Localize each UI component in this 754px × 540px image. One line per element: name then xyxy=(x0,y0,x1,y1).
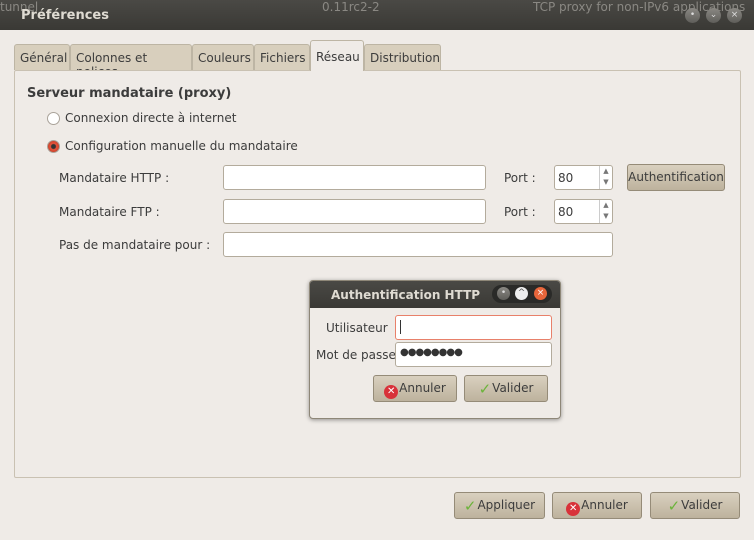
check-icon: ✓ xyxy=(667,497,681,515)
tab-colors[interactable]: Couleurs xyxy=(192,44,254,70)
dialog-title: Authentification HTTP xyxy=(331,288,481,302)
ftp-port-value: 80 xyxy=(558,205,574,219)
maximize-icon[interactable]: ⌄ xyxy=(706,8,721,23)
http-proxy-label: Mandataire HTTP : xyxy=(59,171,170,185)
user-input[interactable] xyxy=(395,315,552,340)
no-proxy-label: Pas de mandataire pour : xyxy=(59,238,211,252)
auth-dialog: Authentification HTTP • ^ × Utilisateur … xyxy=(309,280,561,419)
cancel-icon: ✕ xyxy=(566,502,581,516)
http-port-label: Port : xyxy=(504,171,536,185)
close-icon[interactable]: × xyxy=(534,287,547,300)
maximize-icon[interactable]: ^ xyxy=(515,287,528,300)
spin-arrows-icon[interactable]: ▲ ▼ xyxy=(599,200,612,223)
password-input[interactable]: ●●●●●●●● xyxy=(395,342,552,367)
radio-direct[interactable] xyxy=(47,112,60,125)
dialog-ok-button[interactable]: ✓Valider xyxy=(464,375,548,402)
title-bar: tunnel 0.11rc2-2 TCP proxy for non-IPv6 … xyxy=(0,0,754,30)
tab-distribution[interactable]: Distribution xyxy=(364,44,441,70)
dialog-title-bar: Authentification HTTP • ^ × xyxy=(310,281,560,308)
ftp-port-label: Port : xyxy=(504,205,536,219)
http-port-value: 80 xyxy=(558,171,574,185)
radio-manual-label[interactable]: Configuration manuelle du mandataire xyxy=(65,139,298,153)
window-title: Préférences xyxy=(21,8,109,23)
radio-manual[interactable] xyxy=(47,140,60,153)
tab-columns-fonts[interactable]: Colonnes et polices xyxy=(70,44,192,79)
radio-direct-label[interactable]: Connexion directe à internet xyxy=(65,111,236,125)
ok-button[interactable]: ✓Valider xyxy=(650,492,740,519)
cancel-button[interactable]: ✕ Annuler xyxy=(552,492,642,519)
password-label: Mot de passe xyxy=(316,348,396,362)
tab-files[interactable]: Fichiers xyxy=(254,44,310,70)
minimize-icon[interactable]: • xyxy=(497,287,510,300)
no-proxy-input[interactable] xyxy=(223,232,613,257)
ftp-proxy-input[interactable] xyxy=(223,199,486,224)
section-title: Serveur mandataire (proxy) xyxy=(27,86,232,101)
ftp-port-spinner[interactable]: 80 ▲ ▼ xyxy=(554,199,613,224)
check-icon: ✓ xyxy=(478,380,492,398)
ftp-proxy-label: Mandataire FTP : xyxy=(59,205,160,219)
minimize-icon[interactable]: • xyxy=(685,8,700,23)
authentication-button[interactable]: Authentification xyxy=(627,164,725,191)
close-icon[interactable]: × xyxy=(727,8,742,23)
background-cell: 0.11rc2-2 xyxy=(322,0,380,14)
tab-network[interactable]: Réseau xyxy=(310,40,364,71)
spin-arrows-icon[interactable]: ▲ ▼ xyxy=(599,166,612,189)
http-proxy-input[interactable] xyxy=(223,165,486,190)
apply-button[interactable]: ✓Appliquer xyxy=(454,492,545,519)
cancel-icon: ✕ xyxy=(384,385,399,399)
user-label: Utilisateur xyxy=(326,321,388,335)
dialog-cancel-button[interactable]: ✕ Annuler xyxy=(373,375,457,402)
check-icon: ✓ xyxy=(463,497,477,515)
tab-general[interactable]: Général xyxy=(14,44,70,70)
http-port-spinner[interactable]: 80 ▲ ▼ xyxy=(554,165,613,190)
